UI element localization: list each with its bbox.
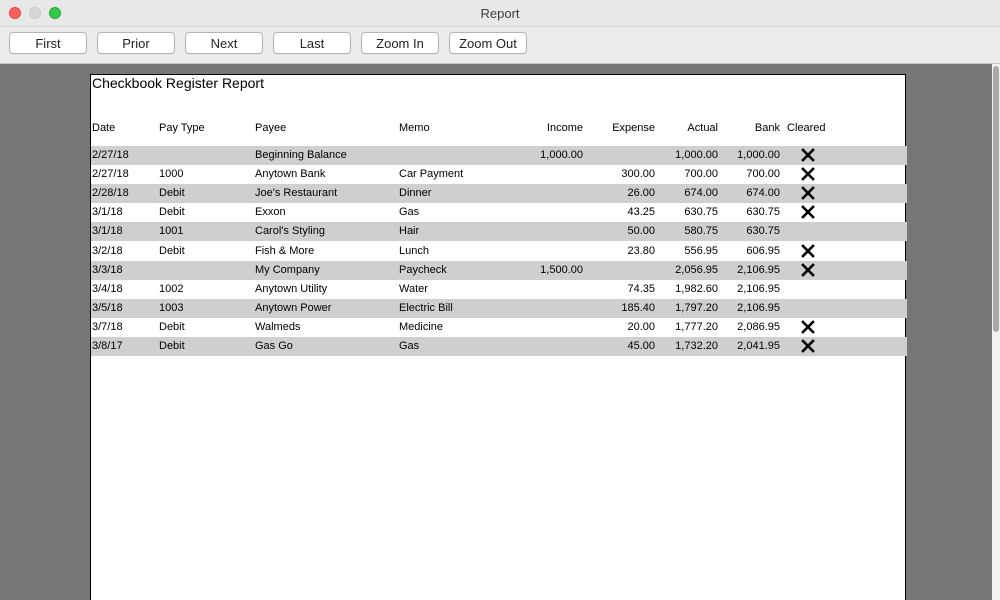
report-viewport[interactable]: Checkbook Register Report Date Pay Type … [0, 64, 992, 600]
cell-pay-type: Debit [159, 321, 185, 333]
cell-pay-type: 1002 [159, 283, 184, 295]
table-row: 3/4/18 1002 Anytown Utility Water 74.35 1,982… [91, 280, 907, 299]
cleared-x-icon [801, 339, 815, 353]
cell-date: 2/27/18 [92, 168, 129, 180]
cell-memo: Water [399, 283, 428, 295]
cell-payee: Exxon [255, 206, 286, 218]
cell-memo: Paycheck [399, 264, 447, 276]
cleared-x-icon [801, 263, 815, 277]
cleared-x-icon [801, 205, 815, 219]
cell-date: 3/7/18 [92, 321, 123, 333]
cell-bank: 630.75 [746, 206, 780, 218]
cell-memo: Lunch [399, 245, 429, 257]
report-title: Checkbook Register Report [92, 75, 264, 91]
zoom-out-button[interactable]: Zoom Out [449, 32, 527, 54]
cell-memo: Medicine [399, 321, 444, 333]
next-page-button[interactable]: Next [185, 32, 263, 54]
cell-income: 1,500.00 [540, 264, 583, 276]
table-row: 2/27/18 Beginning Balance 1,000.00 1,000.00… [91, 146, 907, 165]
cell-pay-type: 1000 [159, 168, 184, 180]
cleared-x-icon [801, 320, 815, 334]
vertical-scrollbar[interactable] [992, 64, 1000, 600]
cell-date: 2/27/18 [92, 149, 129, 161]
cell-pay-type: 1003 [159, 302, 184, 314]
cell-memo: Gas [399, 340, 420, 352]
cell-pay-type: Debit [159, 245, 185, 257]
cell-payee: Anytown Power [255, 302, 332, 314]
table-row: 2/27/18 1000 Anytown Bank Car Payment 300.00… [91, 165, 907, 184]
cell-pay-type: 1001 [159, 225, 184, 237]
cell-memo: Car Payment [399, 168, 464, 180]
cell-payee: Beginning Balance [255, 149, 347, 161]
cell-bank: 2,106.95 [737, 302, 780, 314]
cell-memo: Hair [399, 225, 420, 237]
cell-memo: Dinner [399, 187, 432, 199]
cell-date: 3/8/17 [92, 340, 123, 352]
cleared-x-icon [801, 244, 815, 258]
column-header-cleared: Cleared [787, 122, 826, 134]
cell-date: 3/2/18 [92, 245, 123, 257]
cell-pay-type: Debit [159, 206, 185, 218]
cell-pay-type: Debit [159, 340, 185, 352]
cell-bank: 2,041.95 [737, 340, 780, 352]
cell-payee: Walmeds [255, 321, 301, 333]
cell-date: 3/1/18 [92, 225, 123, 237]
cell-payee: Anytown Bank [255, 168, 326, 180]
cell-bank: 630.75 [746, 225, 780, 237]
cell-payee: Anytown Utility [255, 283, 328, 295]
cell-date: 3/1/18 [92, 206, 123, 218]
table-row: 3/5/18 1003 Anytown Power Electric Bill 185.… [91, 299, 907, 318]
cell-income: 1,000.00 [540, 149, 583, 161]
first-page-button[interactable]: First [9, 32, 87, 54]
cell-payee: Gas Go [255, 340, 293, 352]
cell-bank: 2,106.95 [737, 264, 780, 276]
table-row: 3/1/18 Debit Exxon Gas 43.25 630.75 630.75 [91, 203, 907, 222]
cell-bank: 2,086.95 [737, 321, 780, 333]
cell-bank: 1,000.00 [737, 149, 780, 161]
cell-bank: 2,106.95 [737, 283, 780, 295]
cell-payee: Carol's Styling [255, 225, 325, 237]
column-header-memo: Memo [399, 122, 430, 134]
cell-payee: Joe's Restaurant [255, 187, 338, 199]
column-header-date: Date [92, 122, 116, 134]
table-row: 2/28/18 Debit Joe's Restaurant Dinner 26.00 6… [91, 184, 907, 203]
cell-pay-type: Debit [159, 187, 185, 199]
table-row: 3/3/18 My Company Paycheck 1,500.00 2,056.95… [91, 261, 907, 280]
cell-payee: Fish & More [255, 245, 315, 257]
cell-payee: My Company [255, 264, 320, 276]
cell-memo: Gas [399, 206, 420, 218]
window-title: Report [480, 6, 520, 21]
title-bar: Report [0, 0, 1000, 27]
table-row: 3/8/17 Debit Gas Go Gas 45.00 1,732.20 2,041.9… [91, 337, 907, 356]
cell-date: 3/3/18 [92, 264, 123, 276]
toolbar: First Prior Next Last Zoom In Zoom Out [0, 27, 1000, 64]
cell-bank: 700.00 [746, 168, 780, 180]
cell-date: 3/4/18 [92, 283, 123, 295]
cell-date: 3/5/18 [92, 302, 123, 314]
cell-date: 2/28/18 [92, 187, 129, 199]
table-row: 3/2/18 Debit Fish & More Lunch 23.80 556.95 60… [91, 242, 907, 261]
cell-memo: Electric Bill [399, 302, 453, 314]
zoom-in-button[interactable]: Zoom In [361, 32, 439, 54]
table-row: 3/1/18 1001 Carol's Styling Hair 50.00 580.75… [91, 222, 907, 241]
cleared-x-icon [801, 148, 815, 162]
table-row: 3/7/18 Debit Walmeds Medicine 20.00 1,777.20 2… [91, 318, 907, 337]
cleared-x-icon [801, 167, 815, 181]
prior-page-button[interactable]: Prior [97, 32, 175, 54]
column-header-pay-type: Pay Type [159, 122, 205, 134]
cleared-x-icon [801, 186, 815, 200]
column-header-payee: Payee [255, 122, 287, 134]
column-header-bank: Bank [754, 122, 780, 134]
report-page: Checkbook Register Report Date Pay Type … [90, 74, 907, 600]
scrollbar-thumb[interactable] [993, 66, 999, 332]
last-page-button[interactable]: Last [273, 32, 351, 54]
cell-bank: 606.95 [746, 245, 780, 257]
cell-bank: 674.00 [746, 187, 780, 199]
